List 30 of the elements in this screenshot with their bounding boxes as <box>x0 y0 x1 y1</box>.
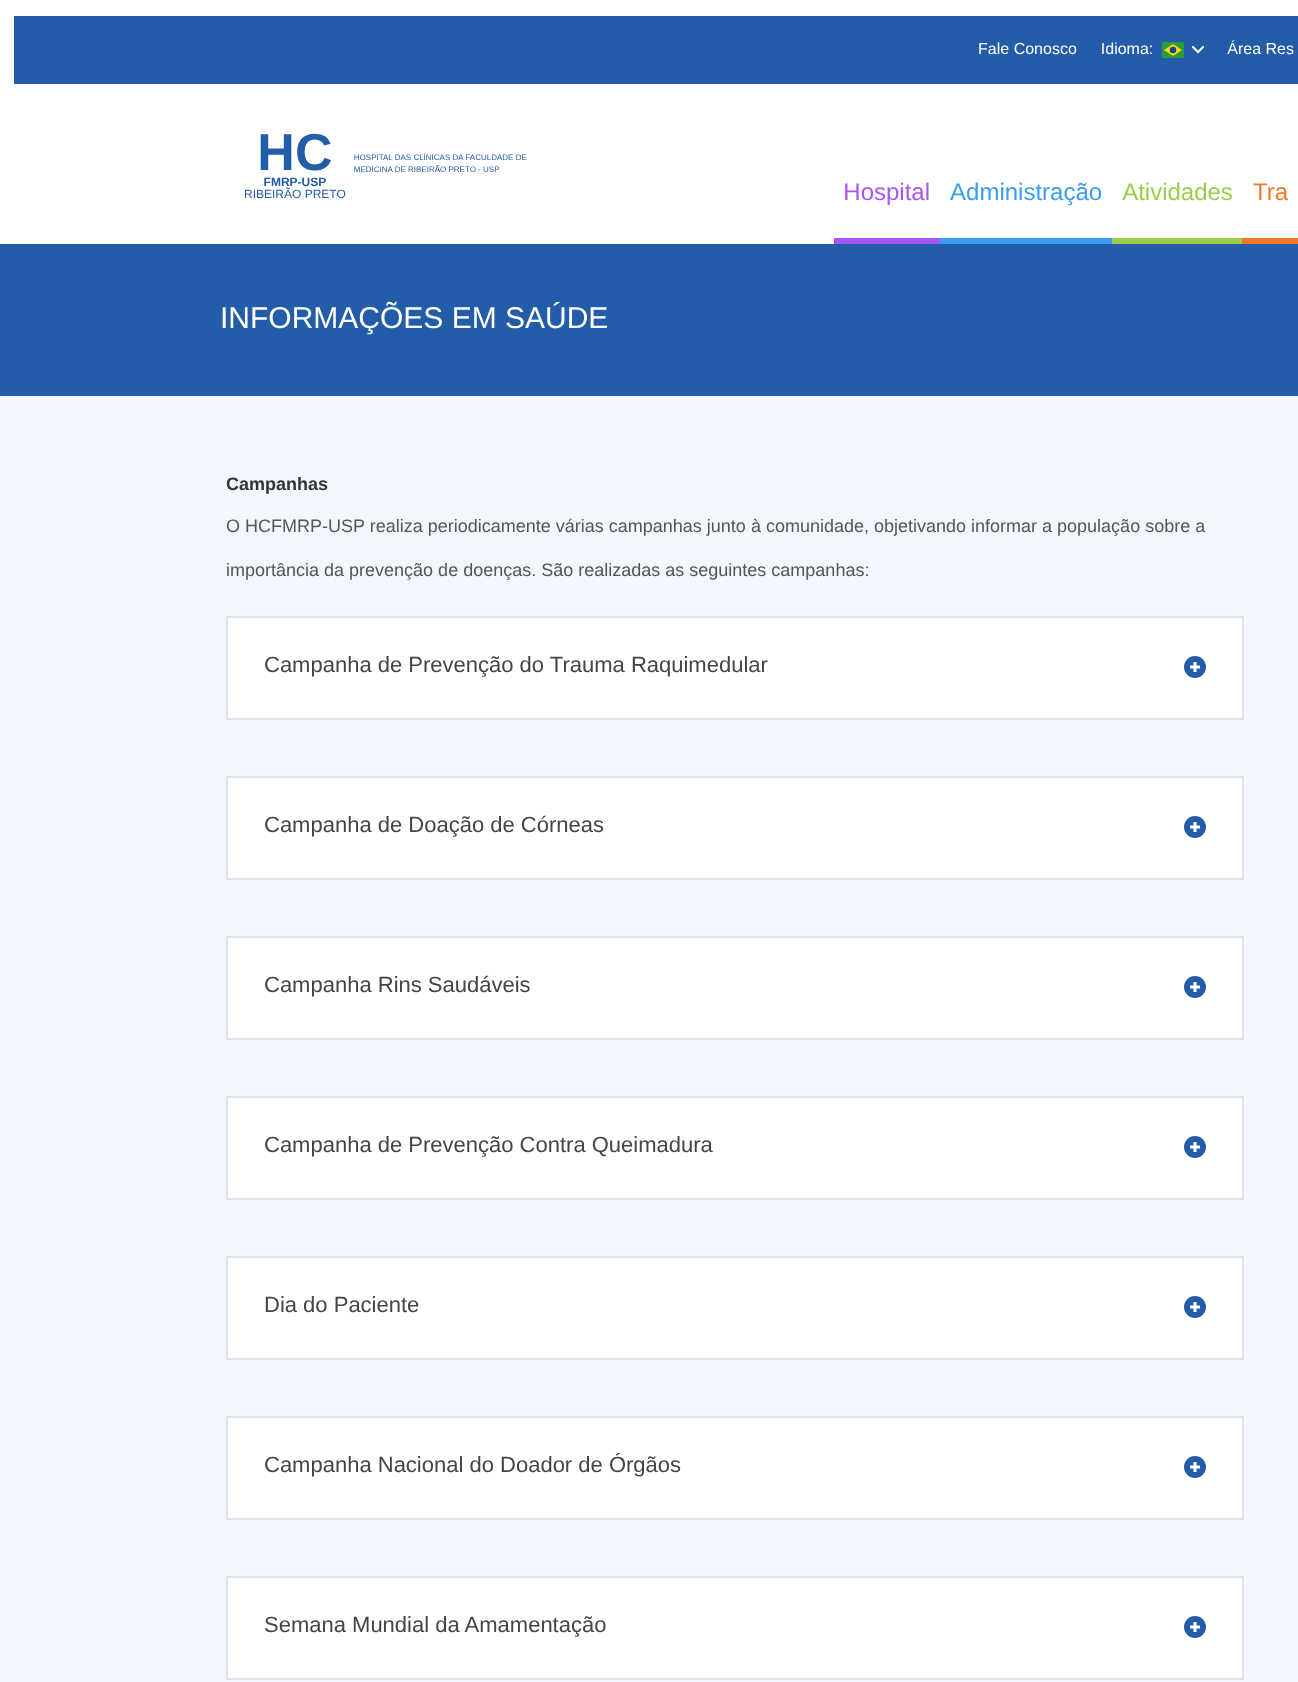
accordion-title: Semana Mundial da Amamentação <box>264 1612 607 1643</box>
accordion-title: Dia do Paciente <box>264 1292 420 1323</box>
accordion-item[interactable]: Campanha de Prevenção Contra Queimadura <box>226 1095 1244 1199</box>
top-link[interactable]: Fale Conosco <box>978 38 1077 62</box>
accordion-title: Campanha de Prevenção Contra Queimadura <box>264 1132 713 1163</box>
intro-paragraph: O HCFMRP-USP realiza periodicamente várias campanhas junto à comunidade, objetivando informar a população sobre a importância da prevenção de doenças. São realizadas as seguintes campanhas: <box>226 513 1208 584</box>
flag-icon <box>1161 42 1184 58</box>
accordion-title: Campanha Rins Saudáveis <box>264 972 531 1003</box>
section-heading: Campanhas <box>226 472 331 498</box>
plus-icon <box>1184 656 1206 678</box>
accordion-title: Campanha de Prevenção do Trauma Raquimedular <box>264 652 768 683</box>
accordion-title: Campanha Nacional do Doador de Órgãos <box>264 1451 682 1483</box>
accordion-item[interactable]: Semana Mundial da Amamentação <box>226 1575 1244 1679</box>
plus-icon <box>1184 1456 1206 1478</box>
logo-mark: HC <box>257 126 333 178</box>
plus-icon <box>1184 816 1206 838</box>
plus-icon <box>1184 1296 1206 1318</box>
accordion-item[interactable]: Campanha Rins Saudáveis <box>226 935 1244 1039</box>
accordion-item[interactable]: Dia do Paciente <box>226 1255 1244 1359</box>
plus-icon <box>1184 1136 1206 1158</box>
plus-icon <box>1184 976 1206 998</box>
plus-icon <box>1184 1616 1206 1638</box>
accordion-item[interactable]: Campanha de Doação de Córneas <box>226 775 1244 879</box>
accordion-item[interactable]: Campanha Nacional do Doador de Órgãos <box>226 1415 1244 1519</box>
page-title: INFORMAÇÕES EM SAÚDE <box>220 299 609 340</box>
accordion-item[interactable]: Campanha de Prevenção do Trauma Raquimedular <box>226 615 1244 719</box>
accordion-title: Campanha de Doação de Córneas <box>264 812 605 843</box>
language-link[interactable]: Idioma: <box>1100 38 1154 62</box>
top-link[interactable]: Área Res <box>1227 38 1298 62</box>
caret-icon <box>1191 46 1204 54</box>
